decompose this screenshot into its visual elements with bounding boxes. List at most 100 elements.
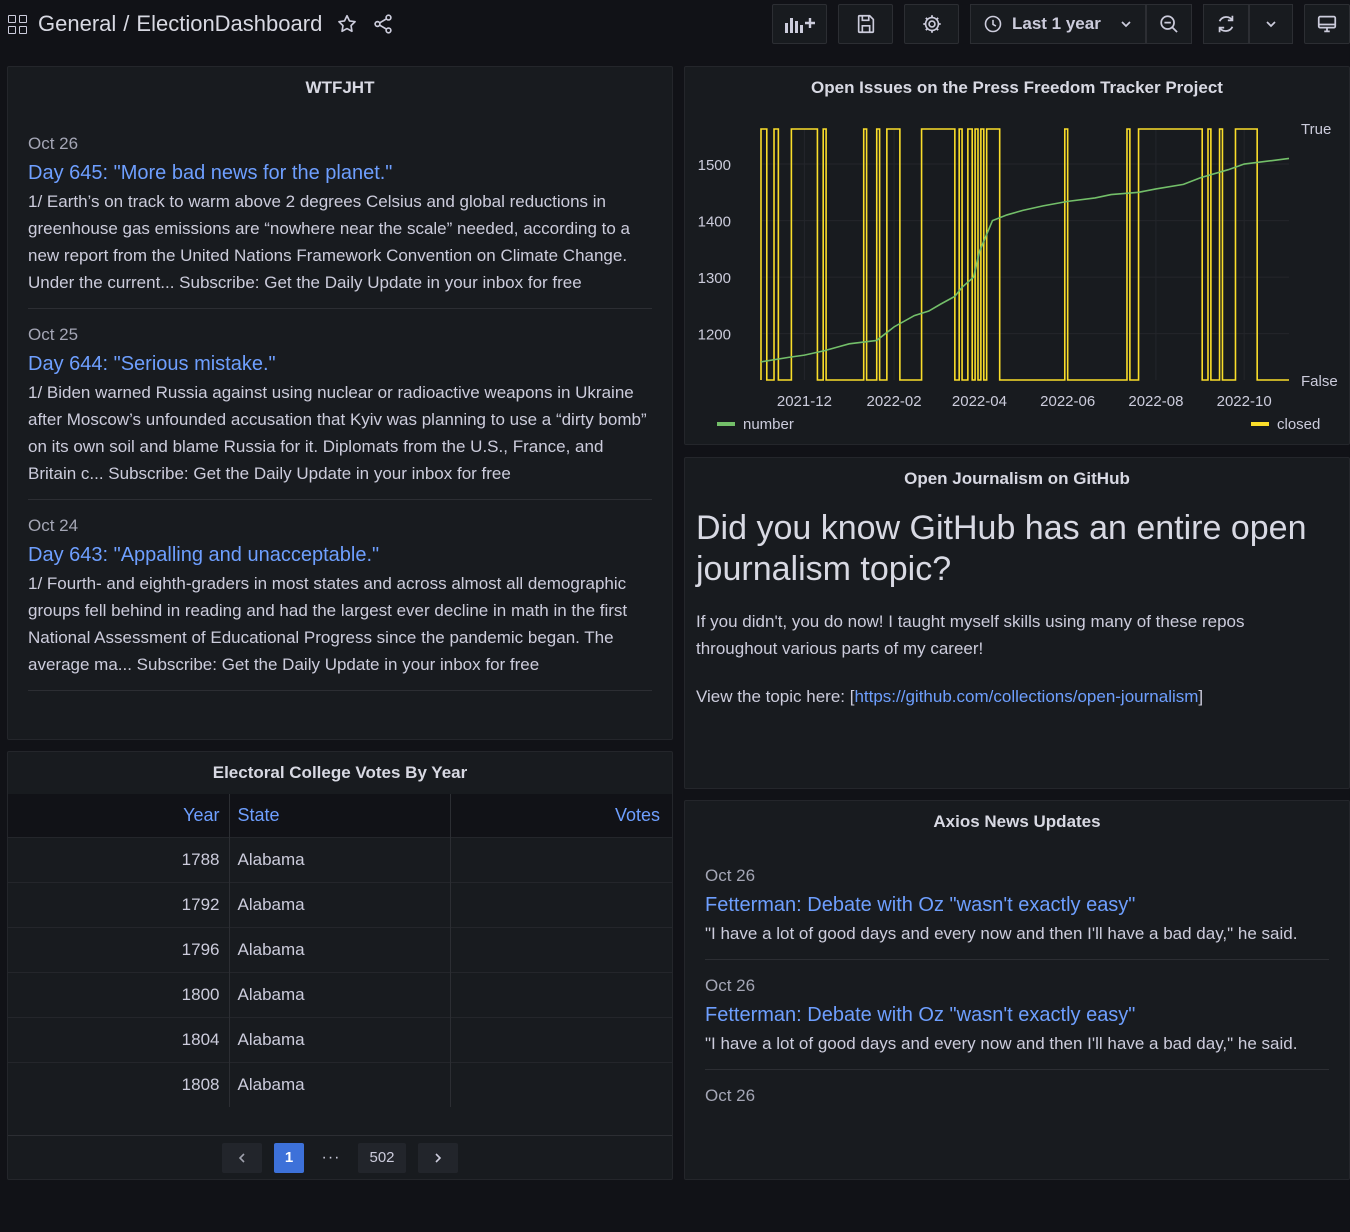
refresh-interval-dropdown[interactable] <box>1249 4 1293 44</box>
news-date: Oct 26 <box>28 134 79 153</box>
table-row: 1792 Alabama <box>8 881 672 927</box>
save-dashboard-button[interactable] <box>838 4 893 44</box>
news-list[interactable]: Oct 26 Fetterman: Debate with Oz "wasn't… <box>705 853 1329 1179</box>
share-icon[interactable] <box>372 13 394 35</box>
news-list[interactable]: Oct 26 Day 645: "More bad news for the p… <box>28 122 652 730</box>
list-item: Oct 26 Fetterman: Debate with Oz "wasn't… <box>705 853 1329 960</box>
news-date: Oct 25 <box>28 325 79 344</box>
series-line-closed <box>760 128 1289 381</box>
y-tick-label: 1400 <box>698 214 731 231</box>
right-tick-label: False <box>1301 373 1338 390</box>
text-paragraph: If you didn't, you do now! I taught myse… <box>696 612 1245 658</box>
page-button-current[interactable]: 1 <box>274 1142 304 1173</box>
legend-swatch-closed <box>1251 422 1269 426</box>
prev-page-button[interactable] <box>222 1142 262 1173</box>
add-panel-icon <box>784 18 815 33</box>
cell-votes <box>450 1016 672 1062</box>
wtfjht-panel: WTFJHT Oct 26 Day 645: "More bad news fo… <box>7 66 673 740</box>
gear-icon <box>922 15 941 33</box>
apps-grid-icon[interactable] <box>6 13 28 35</box>
panel-title[interactable]: Electoral College Votes By Year <box>8 752 672 794</box>
electoral-votes-panel: Electoral College Votes By Year Year Sta… <box>7 751 673 1180</box>
column-header-year[interactable]: Year <box>8 794 230 837</box>
cell-state: Alabama <box>229 971 451 1017</box>
cell-votes <box>450 971 672 1017</box>
panel-title[interactable]: WTFJHT <box>8 67 672 109</box>
y-tick-label: 1200 <box>698 327 731 344</box>
news-summary: "I have a lot of good days and every now… <box>705 1034 1298 1053</box>
panel-title[interactable]: Open Issues on the Press Freedom Tracker… <box>685 67 1349 109</box>
settings-button[interactable] <box>904 4 959 44</box>
list-item: Oct 26 <box>705 1070 1329 1122</box>
top-nav: General / ElectionDashboard Last 1 year <box>0 0 1350 48</box>
refresh-button[interactable] <box>1203 4 1249 44</box>
news-date: Oct 26 <box>705 866 756 885</box>
news-link[interactable]: Fetterman: Debate with Oz "wasn't exactl… <box>705 890 1329 920</box>
open-journalism-link[interactable]: https://github.com/collections/open-jour… <box>854 687 1198 706</box>
x-tick-label: 2021-12 <box>777 393 832 410</box>
table-row: 1804 Alabama <box>8 1016 672 1062</box>
cell-year: 1792 <box>8 881 230 927</box>
monitor-icon <box>1317 15 1337 33</box>
zoom-out-button[interactable] <box>1146 4 1192 44</box>
legend-label-number: number <box>743 416 794 433</box>
breadcrumb-folder[interactable]: General <box>38 11 116 37</box>
news-summary: 1/ Biden warned Russia against using nuc… <box>28 383 647 483</box>
news-date: Oct 26 <box>705 1086 756 1105</box>
news-summary: 1/ Fourth- and eighth-graders in most st… <box>28 574 628 674</box>
cell-state: Alabama <box>229 836 451 882</box>
clock-icon <box>984 15 1002 33</box>
list-item: Oct 24 Day 643: "Appalling and unaccepta… <box>28 500 652 691</box>
press-freedom-chart[interactable]: 1200 1300 1400 1500 2021-12 2022-02 2022-04 202… <box>685 109 1350 445</box>
tv-mode-button[interactable] <box>1304 4 1350 44</box>
x-tick-label: 2022-06 <box>1040 393 1095 410</box>
cell-year: 1800 <box>8 971 230 1017</box>
breadcrumb: General / ElectionDashboard <box>6 8 394 40</box>
news-link[interactable]: Day 644: "Serious mistake." <box>28 349 652 379</box>
chevron-left-icon <box>238 1152 245 1163</box>
x-tick-label: 2022-10 <box>1217 393 1272 410</box>
time-range-picker[interactable]: Last 1 year <box>970 4 1146 44</box>
add-panel-button[interactable] <box>772 4 827 44</box>
cell-year: 1796 <box>8 926 230 972</box>
cell-votes <box>450 836 672 882</box>
table-row: 1788 Alabama <box>8 836 672 882</box>
column-header-votes[interactable]: Votes <box>450 794 672 837</box>
cell-state: Alabama <box>229 881 451 927</box>
x-tick-label: 2022-02 <box>867 393 922 410</box>
news-summary: "I have a lot of good days and every now… <box>705 924 1298 943</box>
axios-news-panel: Axios News Updates Oct 26 Fetterman: Deb… <box>684 800 1350 1180</box>
press-freedom-panel: Open Issues on the Press Freedom Tracker… <box>684 66 1350 445</box>
cell-state: Alabama <box>229 1061 451 1107</box>
right-tick-label: True <box>1301 121 1331 138</box>
list-item: Oct 25 Day 644: "Serious mistake." 1/ Bi… <box>28 309 652 500</box>
next-page-button[interactable] <box>418 1142 458 1173</box>
chevron-down-icon <box>1266 21 1276 28</box>
chevron-right-icon <box>435 1152 442 1163</box>
cell-votes <box>450 1061 672 1107</box>
time-range-label: Last 1 year <box>1012 14 1101 33</box>
news-summary: 1/ Earth’s on track to warm above 2 degr… <box>28 192 630 292</box>
electoral-table: Year State Votes 1788 Alabama 1792 Alaba… <box>8 794 672 1107</box>
link-prefix: View the topic here: [ <box>696 687 855 706</box>
column-header-state[interactable]: State <box>229 794 451 837</box>
zoom-out-icon <box>1160 15 1178 33</box>
star-icon[interactable] <box>336 13 358 35</box>
news-link[interactable]: Fetterman: Debate with Oz "wasn't exactl… <box>705 1000 1329 1030</box>
dashboard-title[interactable]: ElectionDashboard <box>136 11 322 37</box>
page-ellipsis: ··· <box>321 1148 341 1166</box>
list-item: Oct 26 Day 645: "More bad news for the p… <box>28 122 652 309</box>
news-date: Oct 26 <box>705 976 756 995</box>
table-row: 1808 Alabama <box>8 1061 672 1107</box>
page-button-last[interactable]: 502 <box>358 1142 406 1173</box>
list-item: Oct 26 Fetterman: Debate with Oz "wasn't… <box>705 960 1329 1070</box>
news-link[interactable]: Day 643: "Appalling and unacceptable." <box>28 540 652 570</box>
y-tick-label: 1500 <box>698 157 731 174</box>
news-link[interactable]: Day 645: "More bad news for the planet." <box>28 158 652 188</box>
chevron-down-icon <box>1121 21 1131 28</box>
refresh-icon <box>1218 15 1234 33</box>
x-tick-label: 2022-08 <box>1128 393 1183 410</box>
panel-title[interactable]: Open Journalism on GitHub <box>685 458 1349 500</box>
panel-title[interactable]: Axios News Updates <box>685 801 1349 843</box>
news-date: Oct 24 <box>28 516 79 535</box>
